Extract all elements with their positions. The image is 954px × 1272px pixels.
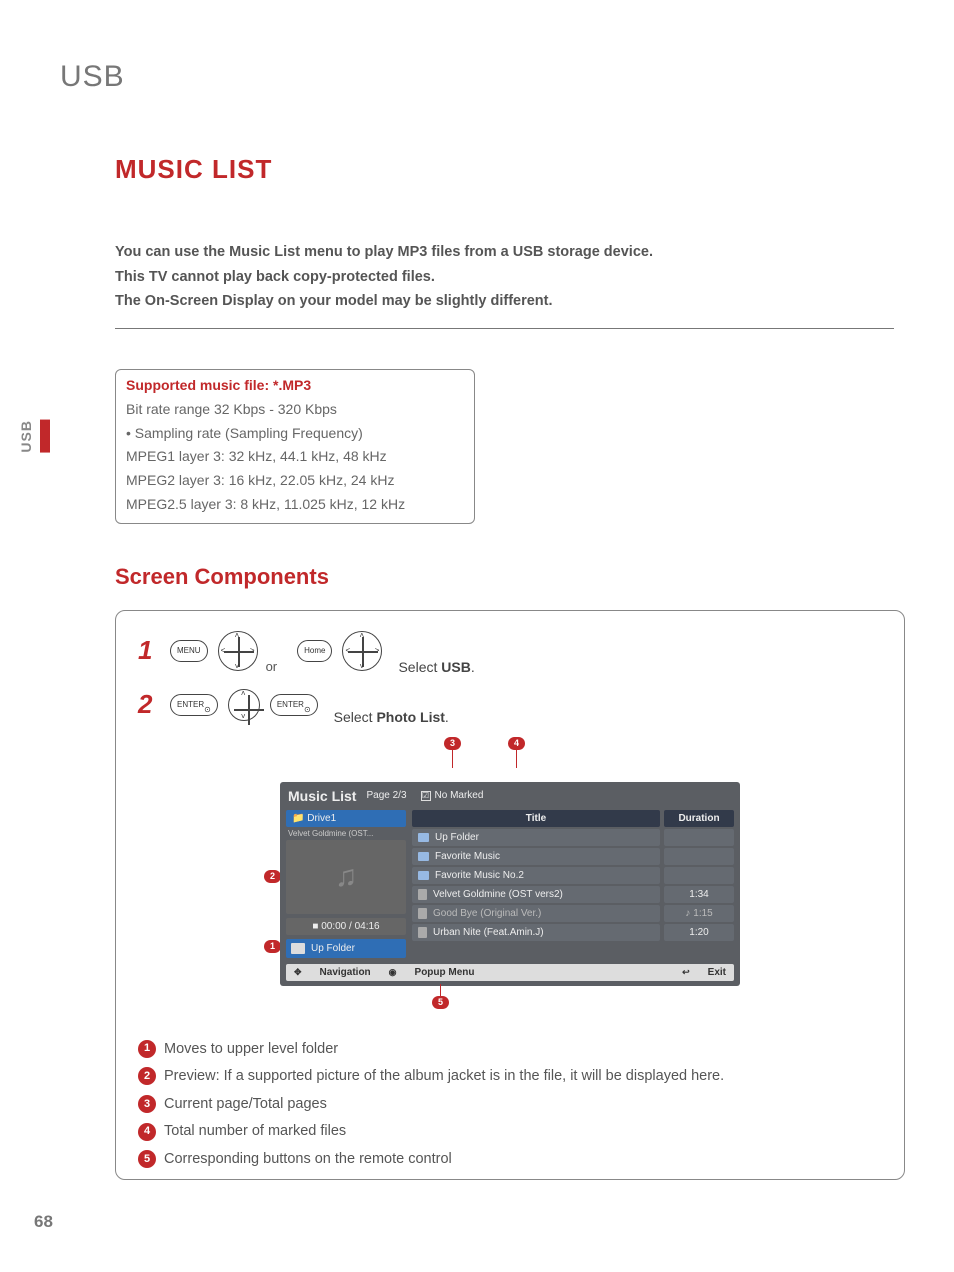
pointer — [516, 750, 517, 768]
music-note-icon: ♫ — [335, 860, 358, 894]
step-number: 1 — [138, 635, 160, 666]
preview-caption: Velvet Goldmine (OST... — [286, 827, 406, 838]
list-item: Up Folder — [412, 829, 734, 846]
osd-nomarked: ☑ No Marked — [421, 790, 484, 801]
page-title: MUSIC LIST — [115, 154, 894, 185]
legend-badge-1: 1 — [138, 1040, 156, 1058]
home-button: Home — [297, 640, 332, 662]
enter-button: ENTER⊙ — [270, 694, 318, 716]
callout-1: 1 — [264, 940, 281, 953]
callout-5: 5 — [432, 996, 449, 1009]
supported-l2: MPEG2 layer 3: 16 kHz, 22.05 kHz, 24 kHz — [126, 469, 464, 493]
file-icon — [418, 927, 427, 938]
enter-button: ENTER⊙ — [170, 694, 218, 716]
step-number: 2 — [138, 689, 160, 720]
legend-l4: Total number of marked files — [164, 1123, 346, 1139]
footer-nav: Navigation — [320, 967, 371, 978]
supported-sampling-h: • Sampling rate (Sampling Frequency) — [126, 422, 464, 446]
step-2: 2 ENTER⊙ ˄˅ ENTER⊙ Select Photo List. — [138, 689, 882, 721]
legend-badge-4: 4 — [138, 1123, 156, 1141]
supported-bitrate: Bit rate range 32 Kbps - 320 Kbps — [126, 398, 464, 422]
supported-heading: Supported music file: *.MP3 — [116, 370, 474, 398]
file-icon — [418, 908, 427, 919]
up-folder-left: Up Folder — [286, 939, 406, 958]
intro-line: You can use the Music List menu to play … — [115, 240, 894, 265]
callout-2: 2 — [264, 870, 281, 883]
step2-text: Select Photo List. — [334, 709, 449, 725]
text: . — [471, 659, 475, 675]
footer-exit: Exit — [708, 967, 726, 978]
dpad-icon: ˄˅˂˃ — [218, 631, 258, 671]
menu-button: MENU — [170, 640, 208, 662]
text: Select — [334, 709, 377, 725]
folder-icon — [418, 871, 429, 880]
intro-line: The On-Screen Display on your model may … — [115, 289, 894, 314]
callout-4: 4 — [508, 737, 525, 750]
folder-icon — [418, 833, 429, 842]
list-item: Good Bye (Original Ver.) ♪1:15 — [412, 905, 734, 922]
intro-line: This TV cannot play back copy-protected … — [115, 265, 894, 290]
nomarked-label: No Marked — [435, 790, 484, 801]
legend-badge-2: 2 — [138, 1067, 156, 1085]
col-title: Title — [412, 810, 660, 827]
dpad-icon: ˄˅˂˃ — [342, 631, 382, 671]
text: Select — [398, 659, 441, 675]
list-item: Urban Nite (Feat.Amin.J) 1:20 — [412, 924, 734, 941]
intro-block: You can use the Music List menu to play … — [115, 240, 894, 314]
up-folder-label: Up Folder — [311, 943, 355, 954]
list-item: Favorite Music — [412, 848, 734, 865]
time-bar: ■ 00:00 / 04:16 — [286, 918, 406, 935]
exit-icon: ↩ — [682, 967, 690, 978]
legend-l1: Moves to upper level folder — [164, 1041, 338, 1057]
photolist-word: Photo List — [376, 709, 444, 725]
step1-text: Select USB. — [398, 659, 474, 675]
text: . — [445, 709, 449, 725]
supported-box: Supported music file: *.MP3 Bit rate ran… — [115, 369, 475, 524]
pointer — [452, 750, 453, 768]
supported-l1: MPEG1 layer 3: 32 kHz, 44.1 kHz, 48 kHz — [126, 445, 464, 469]
legend-l2: Preview: If a supported picture of the a… — [164, 1068, 724, 1084]
folder-icon — [291, 943, 305, 954]
divider — [115, 328, 894, 329]
or-text: or — [266, 659, 278, 674]
legend-l5: Corresponding buttons on the remote cont… — [164, 1151, 452, 1167]
legend: 1 Moves to upper level folder 2 Preview: I… — [138, 1036, 882, 1174]
check-icon: ☑ — [421, 791, 431, 801]
chapter-title: USB — [60, 60, 894, 94]
list-item: Velvet Goldmine (OST vers2) 1:34 — [412, 886, 734, 903]
list-item: Favorite Music No.2 — [412, 867, 734, 884]
legend-badge-3: 3 — [138, 1095, 156, 1113]
step-1: 1 MENU ˄˅˂˃ or Home ˄˅˂˃ Select USB. — [138, 631, 882, 671]
playing-icon: ♪ — [685, 908, 690, 919]
preview-pane: ♫ — [286, 840, 406, 914]
footer-popup: Popup Menu — [415, 967, 475, 978]
legend-badge-5: 5 — [138, 1150, 156, 1168]
legend-l3: Current page/Total pages — [164, 1096, 327, 1112]
screen-components-box: 1 MENU ˄˅˂˃ or Home ˄˅˂˃ Select USB. 2 E… — [115, 610, 905, 1180]
usb-word: USB — [441, 659, 471, 675]
callout-3: 3 — [444, 737, 461, 750]
osd-footer: ✥ Navigation ◉ Popup Menu ↩ Exit — [286, 964, 734, 981]
drive-label: 📁 Drive1 — [286, 810, 406, 827]
osd-screenshot: Music List Page 2/3 ☑ No Marked 📁 Drive1… — [280, 782, 740, 986]
folder-icon — [418, 852, 429, 861]
file-icon — [418, 889, 427, 900]
dot-icon: ◉ — [389, 967, 397, 978]
page-number: 68 — [34, 1212, 53, 1232]
nav-icon: ✥ — [294, 967, 302, 978]
osd-title: Music List — [288, 788, 356, 804]
subheading: Screen Components — [115, 564, 894, 590]
dpad-icon: ˄˅ — [228, 689, 260, 721]
col-duration: Duration — [664, 810, 734, 827]
supported-l3: MPEG2.5 layer 3: 8 kHz, 11.025 kHz, 12 k… — [126, 493, 464, 517]
osd-page: Page 2/3 — [366, 790, 406, 801]
